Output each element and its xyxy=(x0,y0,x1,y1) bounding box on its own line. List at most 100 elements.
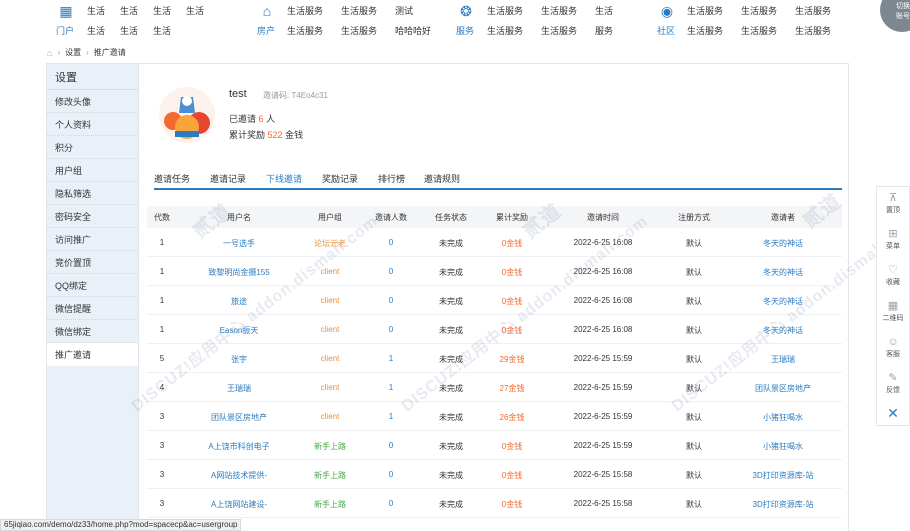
cell-inviter[interactable]: 3D打印资源库-站 xyxy=(753,499,814,510)
close-icon[interactable]: ✕ xyxy=(877,403,909,422)
cell-inviter[interactable]: 冬天的神话 xyxy=(763,325,803,336)
invited-count-line: 已邀请 6 人 xyxy=(229,112,275,125)
cell-inviter[interactable]: 小猪狂喝水 xyxy=(763,412,803,423)
nav-link[interactable]: 生活 xyxy=(153,24,186,37)
cell-total-reward: 0金钱 xyxy=(501,500,523,509)
cell-username[interactable]: 团队景区房地产 xyxy=(211,412,267,423)
menu-button[interactable]: ⊞ 菜单 xyxy=(877,223,909,259)
sidebar-item-wechat-notify[interactable]: 微信提醒 xyxy=(47,297,138,320)
cell-invite-time: 2022-6-25 15:59 xyxy=(573,383,633,392)
nav-link[interactable]: 哈哈哈好 xyxy=(395,24,435,37)
tab-invite-records[interactable]: 邀请记录 xyxy=(210,172,246,185)
col-task-status: 任务状态 xyxy=(435,213,467,222)
support-button[interactable]: ☺ 客服 xyxy=(877,331,909,367)
cell-username[interactable]: A上饶网站建设- xyxy=(211,499,267,510)
feedback-button[interactable]: ✎ 反馈 xyxy=(877,367,909,403)
nav-link[interactable]: 生活服务 xyxy=(541,24,595,37)
nav-link[interactable]: 生活服务 xyxy=(741,4,795,17)
nav-link[interactable]: 生活服务 xyxy=(341,4,395,17)
cell-inviter[interactable]: 王瑞瑞 xyxy=(771,354,795,365)
cell-total-reward: 0金钱 xyxy=(501,471,523,480)
cell-inviter[interactable]: 冬天的神话 xyxy=(763,238,803,249)
cell-inviter[interactable]: 冬天的神话 xyxy=(763,296,803,307)
cell-username[interactable]: 王瑞瑞 xyxy=(227,383,251,394)
nav-link[interactable]: 生活 xyxy=(87,24,120,37)
sidebar-item-visit-promo[interactable]: 访问推广 xyxy=(47,228,138,251)
cell-username[interactable]: 一号选手 xyxy=(223,238,255,249)
nav-link[interactable]: 生活 xyxy=(153,4,186,17)
nav-link[interactable]: 生活服务 xyxy=(487,24,541,37)
sidebar-item-qq-bind[interactable]: QQ绑定 xyxy=(47,274,138,297)
cell-inviter[interactable]: 3D打印资源库-站 xyxy=(753,470,814,481)
cell-generation: 4 xyxy=(159,383,165,392)
nav-link[interactable]: 生活服务 xyxy=(287,24,341,37)
house-icon[interactable]: ⌂ xyxy=(257,2,277,20)
cell-username[interactable]: 致黎明尚金摄155 xyxy=(208,267,269,278)
nav-link[interactable]: 服务 xyxy=(595,24,625,37)
nav-link[interactable]: 生活服务 xyxy=(795,24,849,37)
nav-category-community[interactable]: 社区 xyxy=(657,24,675,37)
profile-summary: test 邀请码: T4Eo4c31 已邀请 6 人 累计奖励 522 金钱 xyxy=(159,82,459,152)
sidebar-item-privacy[interactable]: 隐私筛选 xyxy=(47,182,138,205)
nav-group-portal: ▦ 门户 生活 生活 生活 生活 生活 生活 生活 xyxy=(56,0,216,40)
nav-link[interactable]: 测试 xyxy=(395,4,435,17)
avatar[interactable] xyxy=(159,87,215,143)
nav-link[interactable]: 生活 xyxy=(186,4,219,17)
reward-line: 累计奖励 522 金钱 xyxy=(229,128,303,141)
cell-username[interactable]: A网站技术提供- xyxy=(211,470,267,481)
back-to-top-button[interactable]: ⊼ 置顶 xyxy=(877,187,909,223)
community-icon[interactable]: ◉ xyxy=(657,2,677,20)
breadcrumb-settings[interactable]: 设置 xyxy=(65,47,81,58)
qrcode-button[interactable]: ▦ 二维码 xyxy=(877,295,909,331)
nav-link[interactable]: 生活 xyxy=(120,24,153,37)
tab-reward-records[interactable]: 奖励记录 xyxy=(322,172,358,185)
nav-link[interactable]: 生活 xyxy=(87,4,120,17)
nav-link[interactable]: 生活服务 xyxy=(541,4,595,17)
sidebar-item-profile[interactable]: 个人资料 xyxy=(47,113,138,136)
service-icon[interactable]: ❂ xyxy=(456,2,476,20)
nav-link[interactable]: 生活服务 xyxy=(795,4,849,17)
nav-link[interactable]: 生活服务 xyxy=(741,24,795,37)
nav-link[interactable]: 生活服务 xyxy=(687,4,741,17)
cell-username[interactable]: 旅途 xyxy=(231,296,247,307)
nav-link[interactable]: 生活服务 xyxy=(341,24,395,37)
nav-link[interactable]: 生活 xyxy=(120,4,153,17)
tab-invite-rules[interactable]: 邀请规则 xyxy=(424,172,460,185)
nav-link[interactable]: 生活 xyxy=(595,4,625,17)
nav-category-service[interactable]: 服务 xyxy=(456,24,474,37)
cell-register-method: 默认 xyxy=(686,500,702,509)
favorite-button[interactable]: ♡ 收藏 xyxy=(877,259,909,295)
tab-leaderboard[interactable]: 排行榜 xyxy=(378,172,405,185)
toolbar-label: 置顶 xyxy=(886,207,900,214)
nav-category-portal[interactable]: 门户 xyxy=(56,24,74,37)
sidebar-item-usergroup[interactable]: 用户组 xyxy=(47,159,138,182)
cell-inviter[interactable]: 团队景区房地产 xyxy=(755,383,811,394)
cell-username[interactable]: 张宇 xyxy=(231,354,247,365)
table-row: 3 A网站技术提供- 新手上路 0 未完成 0金钱 2022-6-25 15:58 默认 3D打… xyxy=(147,460,842,489)
sidebar-item-wechat-bind[interactable]: 微信绑定 xyxy=(47,320,138,343)
cell-invite-time: 2022-6-25 15:59 xyxy=(573,441,633,450)
sidebar-item-bid-top[interactable]: 竞价置顶 xyxy=(47,251,138,274)
sidebar-item-credits[interactable]: 积分 xyxy=(47,136,138,159)
sidebar-item-invite[interactable]: 推广邀请 xyxy=(47,343,138,366)
home-icon[interactable]: ⌂ xyxy=(47,48,52,58)
tab-invite-tasks[interactable]: 邀请任务 xyxy=(154,172,190,185)
cell-total-reward: 29金钱 xyxy=(499,355,525,364)
invited-unit: 人 xyxy=(266,114,276,124)
top-navigation: ▦ 门户 生活 生活 生活 生活 生活 生活 生活 ⌂ 房产 生活服务 生活服务… xyxy=(56,0,856,40)
cell-inviter[interactable]: 小猪狂喝水 xyxy=(763,441,803,452)
cell-username[interactable]: A上饶市科创电子 xyxy=(208,441,269,452)
nav-link[interactable]: 生活服务 xyxy=(687,24,741,37)
cell-username[interactable]: Eason振天 xyxy=(220,325,259,336)
sidebar-item-password[interactable]: 密码安全 xyxy=(47,205,138,228)
nav-category-house[interactable]: 房产 xyxy=(257,24,275,37)
sidebar-item-avatar[interactable]: 修改头像 xyxy=(47,90,138,113)
cell-inviter[interactable]: 冬天的神话 xyxy=(763,267,803,278)
nav-link[interactable]: 生活服务 xyxy=(287,4,341,17)
col-register-method: 注册方式 xyxy=(678,213,710,222)
nav-link[interactable]: 生活服务 xyxy=(487,4,541,17)
switch-account-badge[interactable]: 切换 账号 xyxy=(880,0,910,32)
nav-group-service: ❂ 服务 生活服务 生活服务 生活 生活服务 生活服务 服务 xyxy=(456,0,646,40)
portal-icon[interactable]: ▦ xyxy=(56,2,76,20)
tab-downline-invites[interactable]: 下线邀请 xyxy=(266,172,302,185)
